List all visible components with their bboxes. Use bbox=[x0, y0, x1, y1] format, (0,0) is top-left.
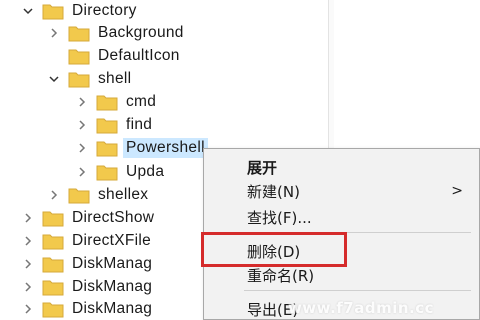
tree-node-diskmanag[interactable]: DiskManag bbox=[22, 253, 155, 275]
tree-node-label: Background bbox=[98, 24, 184, 41]
collapsed-arrow-icon[interactable] bbox=[76, 96, 88, 108]
menu-separator bbox=[244, 290, 471, 291]
collapsed-arrow-icon[interactable] bbox=[76, 166, 88, 178]
tree-node-label: DiskManag bbox=[72, 278, 153, 295]
folder-icon bbox=[68, 186, 90, 204]
tree-node-label: DiskManag bbox=[72, 255, 153, 272]
tree-node-directshow[interactable]: DirectShow bbox=[22, 207, 157, 229]
expanded-arrow-icon[interactable] bbox=[22, 5, 34, 17]
menu-item-new[interactable]: 新建(N) > bbox=[204, 180, 479, 202]
menu-item-label: 新建(N) bbox=[247, 182, 300, 201]
expanded-arrow-icon[interactable] bbox=[48, 73, 60, 85]
tree-node-label: DirectXFile bbox=[72, 232, 152, 249]
tree-node-shellex[interactable]: shellex bbox=[48, 184, 151, 206]
tree-node-label: shellex bbox=[98, 186, 149, 203]
collapsed-arrow-icon[interactable] bbox=[48, 27, 60, 39]
tree-node-cmd[interactable]: cmd bbox=[76, 91, 159, 113]
menu-item-expand[interactable]: 展开 bbox=[204, 156, 479, 178]
folder-icon bbox=[42, 2, 64, 20]
folder-icon bbox=[42, 209, 64, 227]
tree-node-diskmanag[interactable]: DiskManag bbox=[22, 276, 155, 298]
tree-node-defaulticon[interactable]: DefaultIcon bbox=[68, 45, 183, 67]
collapsed-arrow-icon[interactable] bbox=[76, 119, 88, 131]
collapsed-arrow-icon[interactable] bbox=[22, 258, 34, 270]
tree-node-directory[interactable]: Directory bbox=[22, 0, 140, 22]
tree-node-label: shell bbox=[98, 70, 132, 87]
folder-icon bbox=[96, 139, 118, 157]
collapsed-arrow-icon[interactable] bbox=[22, 281, 34, 293]
tree-node-background[interactable]: Background bbox=[48, 22, 187, 44]
tree-node-upda[interactable]: Upda bbox=[76, 161, 167, 183]
menu-item-rename[interactable]: 重命名(R) bbox=[204, 264, 479, 286]
tree-node-label: Powershell bbox=[123, 138, 208, 158]
folder-icon bbox=[68, 47, 90, 65]
tree-node-label: Upda bbox=[126, 163, 165, 180]
menu-item-label: 查找(F)... bbox=[247, 208, 312, 227]
menu-item-label: 展开 bbox=[247, 158, 278, 177]
folder-icon bbox=[42, 232, 64, 250]
collapsed-arrow-icon[interactable] bbox=[22, 212, 34, 224]
folder-icon bbox=[42, 278, 64, 296]
submenu-arrow-icon: > bbox=[451, 183, 463, 199]
folder-icon bbox=[68, 70, 90, 88]
tree-node-label: DiskManag bbox=[72, 300, 153, 317]
tree-node-directxfile[interactable]: DirectXFile bbox=[22, 230, 154, 252]
folder-icon bbox=[96, 116, 118, 134]
menu-item-find[interactable]: 查找(F)... bbox=[204, 206, 479, 228]
tree-node-label: find bbox=[126, 116, 153, 133]
tree-node-label: DefaultIcon bbox=[98, 47, 180, 64]
folder-icon bbox=[42, 300, 64, 318]
tree-node-diskmanag[interactable]: DiskManag bbox=[22, 298, 155, 320]
collapsed-arrow-icon[interactable] bbox=[22, 235, 34, 247]
tree-node-label: Directory bbox=[72, 2, 137, 19]
watermark-text: www.f7admin.cc bbox=[287, 298, 435, 317]
collapsed-arrow-icon[interactable] bbox=[48, 189, 60, 201]
folder-icon bbox=[96, 93, 118, 111]
collapsed-arrow-icon[interactable] bbox=[22, 303, 34, 315]
folder-icon bbox=[96, 163, 118, 181]
folder-icon bbox=[42, 255, 64, 273]
menu-item-label: 重命名(R) bbox=[247, 266, 315, 285]
delete-highlight-box bbox=[201, 232, 347, 267]
tree-node-label: cmd bbox=[126, 93, 157, 110]
tree-node-label: DirectShow bbox=[72, 209, 155, 226]
tree-node-powershell[interactable]: Powershell bbox=[76, 137, 208, 159]
tree-node-shell[interactable]: shell bbox=[48, 68, 134, 90]
tree-node-find[interactable]: find bbox=[76, 114, 155, 136]
folder-icon bbox=[68, 24, 90, 42]
collapsed-arrow-icon[interactable] bbox=[76, 142, 88, 154]
